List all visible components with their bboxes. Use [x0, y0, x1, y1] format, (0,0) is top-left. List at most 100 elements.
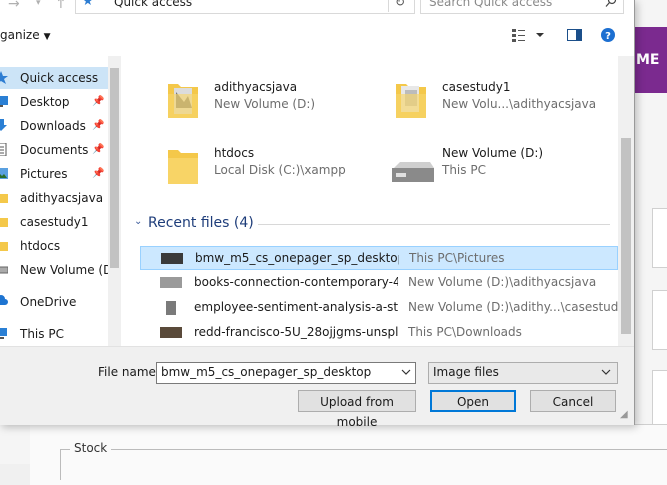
- folder-icon: [396, 78, 426, 120]
- nav-item-label: This PC: [20, 327, 64, 341]
- desktop-icon: [0, 95, 8, 108]
- document-icon: [0, 143, 8, 156]
- recent-file-row[interactable]: books-connection-contemporary-4... New V…: [140, 271, 618, 295]
- recent-file-row[interactable]: redd-francisco-5U_28ojjgms-unsplash This…: [140, 321, 618, 345]
- folder-icon: [0, 239, 8, 252]
- drive-tile[interactable]: New Volume (D:) This PC: [352, 142, 612, 192]
- image-thumbnail-icon: [160, 327, 182, 338]
- content-scrollbar-thumb[interactable]: [621, 138, 631, 334]
- download-icon: [0, 119, 8, 132]
- svg-text:?: ?: [605, 31, 611, 42]
- nav-item-label: htdocs: [20, 239, 61, 253]
- folder-icon: [0, 215, 8, 228]
- tile-title: New Volume (D:): [442, 146, 544, 160]
- stock-fieldset: [60, 449, 667, 480]
- view-options-caret-icon[interactable]: [534, 27, 546, 43]
- drive-icon: [0, 263, 8, 276]
- pin-icon: 📌: [92, 168, 105, 179]
- file-type-select[interactable]: Image files: [428, 362, 618, 384]
- folder-tile[interactable]: adithyacsjava New Volume (D:): [124, 76, 344, 126]
- upload-from-mobile-button[interactable]: Upload from mobile: [298, 390, 416, 429]
- pictures-icon: [0, 167, 8, 180]
- tile-subtitle: New Volu...\adithyacsjava: [442, 97, 597, 111]
- background-field[interactable]: [652, 290, 667, 350]
- chevron-down-icon[interactable]: [401, 365, 411, 379]
- content-scrollbar[interactable]: [618, 56, 634, 346]
- nav-item-label: casestudy1: [20, 215, 89, 229]
- help-icon[interactable]: ?: [600, 27, 618, 43]
- change-view-icon[interactable]: [511, 27, 529, 43]
- refresh-button[interactable]: ↻: [388, 0, 411, 12]
- navigation-bar: → ▾ ↑ ★ Quick access ↻ Search Quick acce…: [0, 0, 634, 14]
- divider: [258, 224, 610, 225]
- collapse-chevron-icon[interactable]: ⌄: [134, 216, 142, 227]
- file-name: bmw_m5_cs_onepager_sp_desktop: [195, 251, 399, 265]
- navpane-scrollbar[interactable]: [108, 56, 121, 346]
- folder-tile[interactable]: casestudy1 New Volu...\adithyacsjava: [352, 76, 612, 126]
- file-name: redd-francisco-5U_28ojjgms-unsplash: [194, 325, 398, 339]
- folder-tile[interactable]: htdocs Local Disk (C:)\xampp: [124, 142, 346, 192]
- organize-button[interactable]: ganize ▼: [0, 28, 51, 42]
- toolbar: ganize ▼ ?: [0, 22, 634, 50]
- nav-item-pictures[interactable]: Pictures 📌: [0, 163, 108, 185]
- recent-files-label: Recent files (4): [148, 215, 254, 231]
- nav-item-htdocs[interactable]: htdocs: [0, 235, 108, 257]
- recent-locations-chevron-icon[interactable]: ▾: [36, 0, 41, 8]
- content-pane: adithyacsjava New Volume (D:) casestudy1…: [124, 56, 618, 346]
- tile-subtitle: New Volume (D:): [214, 97, 316, 111]
- nav-item-documents[interactable]: Documents 📌: [0, 139, 108, 161]
- nav-item-label: OneDrive: [20, 295, 77, 309]
- recent-file-row[interactable]: employee-sentiment-analysis-a-stra... Ne…: [140, 296, 618, 320]
- file-name-label: File name:: [98, 365, 160, 379]
- refresh-icon: ↻: [394, 0, 406, 9]
- file-location: New Volume (D:)\adithy...\casestudy1: [408, 300, 618, 314]
- navigation-pane: Quick access Desktop 📌 Downloads 📌 Docum…: [0, 56, 110, 346]
- stock-legend: Stock: [70, 441, 112, 455]
- nav-item-casestudy1[interactable]: casestudy1: [0, 211, 108, 233]
- nav-item-new-volume[interactable]: New Volume (D:: [0, 259, 110, 281]
- preview-pane-icon[interactable]: [566, 27, 584, 43]
- nav-item-adithyacsjava[interactable]: adithyacsjava: [0, 187, 108, 209]
- address-text: Quick access: [114, 0, 193, 9]
- image-thumbnail-icon: [166, 301, 176, 315]
- chevron-down-icon: [601, 365, 611, 379]
- nav-item-this-pc[interactable]: This PC: [0, 323, 108, 345]
- nav-item-label: Downloads: [20, 119, 86, 133]
- background-field[interactable]: [652, 208, 667, 268]
- search-icon: [605, 0, 617, 9]
- resize-grip-icon[interactable]: ◢: [620, 409, 628, 420]
- tile-subtitle: Local Disk (C:)\xampp: [214, 163, 346, 177]
- forward-arrow-icon[interactable]: →: [8, 0, 20, 12]
- pin-icon: 📌: [92, 120, 105, 131]
- background-accent-button[interactable]: ME: [634, 27, 667, 93]
- nav-item-quick-access[interactable]: Quick access: [0, 67, 108, 89]
- star-icon: ★: [82, 0, 94, 9]
- open-button[interactable]: Open: [430, 390, 516, 412]
- nav-item-onedrive[interactable]: OneDrive: [0, 291, 108, 313]
- nav-item-downloads[interactable]: Downloads 📌: [0, 115, 108, 137]
- recent-file-row[interactable]: bmw_m5_cs_onepager_sp_desktop This PC\Pi…: [140, 246, 618, 270]
- nav-item-label: Pictures: [20, 167, 68, 181]
- up-arrow-icon[interactable]: ↑: [55, 0, 67, 12]
- file-location: This PC\Downloads: [408, 325, 522, 339]
- recent-files-header[interactable]: ⌄ Recent files (4): [132, 214, 612, 234]
- file-location: This PC\Pictures: [409, 251, 505, 265]
- file-name-input[interactable]: bmw_m5_cs_onepager_sp_desktop: [156, 362, 416, 384]
- search-input[interactable]: Search Quick access: [420, 0, 624, 14]
- nav-item-desktop[interactable]: Desktop 📌: [0, 91, 108, 113]
- cancel-button[interactable]: Cancel: [530, 390, 616, 412]
- organize-label: ganize: [0, 28, 40, 42]
- cloud-icon: [0, 295, 8, 308]
- file-open-dialog: → ▾ ↑ ★ Quick access ↻ Search Quick acce…: [0, 0, 635, 429]
- file-type-value: Image files: [433, 365, 499, 379]
- dialog-footer: File name: bmw_m5_cs_onepager_sp_desktop…: [0, 346, 634, 429]
- tile-title: adithyacsjava: [214, 80, 298, 94]
- address-bar[interactable]: ★ Quick access: [75, 0, 457, 14]
- drive-icon: [390, 144, 434, 186]
- nav-item-label: Documents: [20, 143, 89, 157]
- navpane-scrollbar-thumb[interactable]: [110, 68, 119, 268]
- pin-icon: 📌: [92, 144, 105, 155]
- folder-icon: [168, 144, 198, 186]
- file-name-value: bmw_m5_cs_onepager_sp_desktop: [161, 365, 372, 379]
- background-field[interactable]: [652, 370, 667, 430]
